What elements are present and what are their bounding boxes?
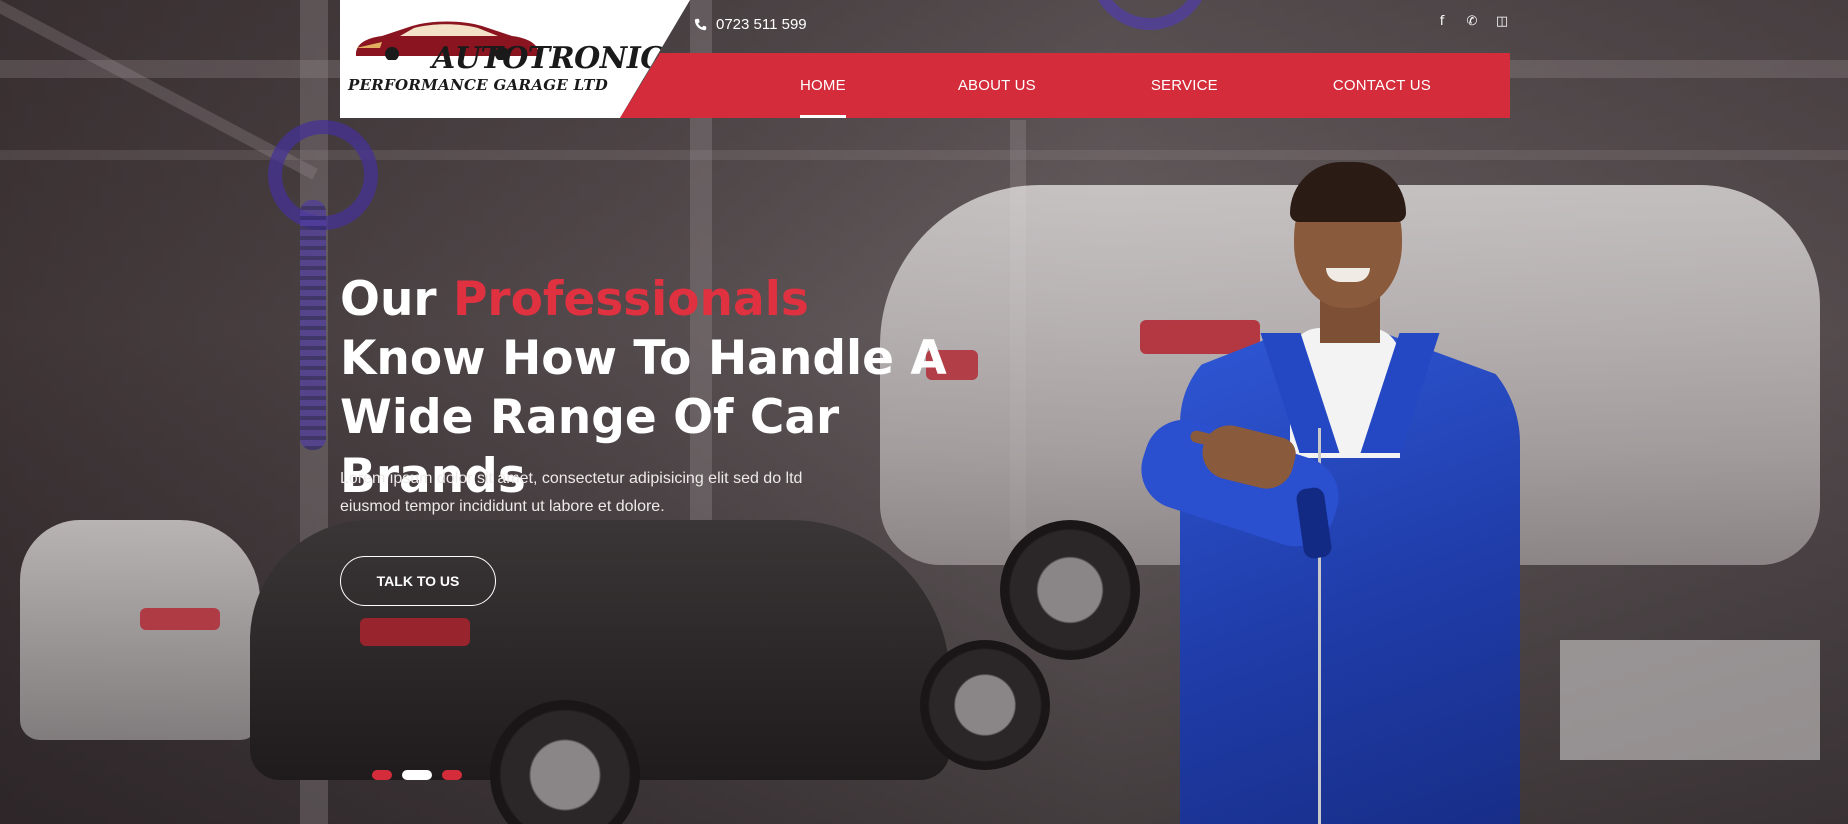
logo-subtitle: PERFORMANCE GARAGE LTD bbox=[348, 76, 609, 94]
car-taillight bbox=[360, 618, 470, 646]
nav-item-label: CONTACT US bbox=[1332, 77, 1431, 94]
slider-pagination bbox=[372, 770, 462, 780]
nav-item-label: HOME bbox=[800, 77, 846, 94]
slider-dot[interactable] bbox=[372, 770, 392, 780]
nav-item-contact-us[interactable]: CONTACT US bbox=[1333, 53, 1431, 118]
work-bench bbox=[1560, 640, 1820, 760]
phone-icon bbox=[694, 18, 707, 31]
phone-contact[interactable]: 0723 511 599 bbox=[694, 16, 807, 33]
talk-to-us-button[interactable]: TALK TO US bbox=[340, 556, 496, 606]
facebook-icon[interactable]: f bbox=[1434, 14, 1450, 30]
whatsapp-icon[interactable]: ✆ bbox=[1464, 14, 1480, 30]
nav-item-about-us[interactable]: ABOUT US bbox=[958, 53, 1036, 118]
car-wheel bbox=[920, 640, 1050, 770]
nav-item-service[interactable]: SERVICE bbox=[1151, 53, 1218, 118]
main-navigation: HOME ABOUT US SERVICE CONTACT US bbox=[620, 53, 1510, 118]
hero-heading-accent: Professionals bbox=[452, 272, 809, 327]
exhaust-hose bbox=[300, 200, 326, 450]
hero-heading-text: Our bbox=[340, 272, 453, 327]
slider-dot[interactable] bbox=[442, 770, 462, 780]
logo-title: AUTOTRONICS bbox=[432, 41, 685, 76]
hero-description: Lorem ipsum dolor sit amet, consectetur … bbox=[340, 470, 803, 515]
slider-dot-active[interactable] bbox=[402, 770, 432, 780]
nav-item-label: SERVICE bbox=[1150, 77, 1218, 94]
mechanic-hair bbox=[1290, 162, 1406, 222]
nav-item-home[interactable]: HOME bbox=[800, 53, 846, 118]
top-bar: 0723 511 599 f ✆ ◫ bbox=[690, 12, 1510, 42]
social-links: f ✆ ◫ bbox=[1434, 14, 1510, 30]
nav-item-label: ABOUT US bbox=[957, 77, 1036, 94]
mechanic-image bbox=[1130, 162, 1520, 824]
car-taillight bbox=[140, 608, 220, 630]
active-nav-indicator bbox=[800, 115, 846, 118]
car-wheel bbox=[1000, 520, 1140, 660]
instagram-icon[interactable]: ◫ bbox=[1494, 14, 1510, 30]
parked-car bbox=[20, 520, 260, 740]
phone-number: 0723 511 599 bbox=[716, 16, 807, 33]
